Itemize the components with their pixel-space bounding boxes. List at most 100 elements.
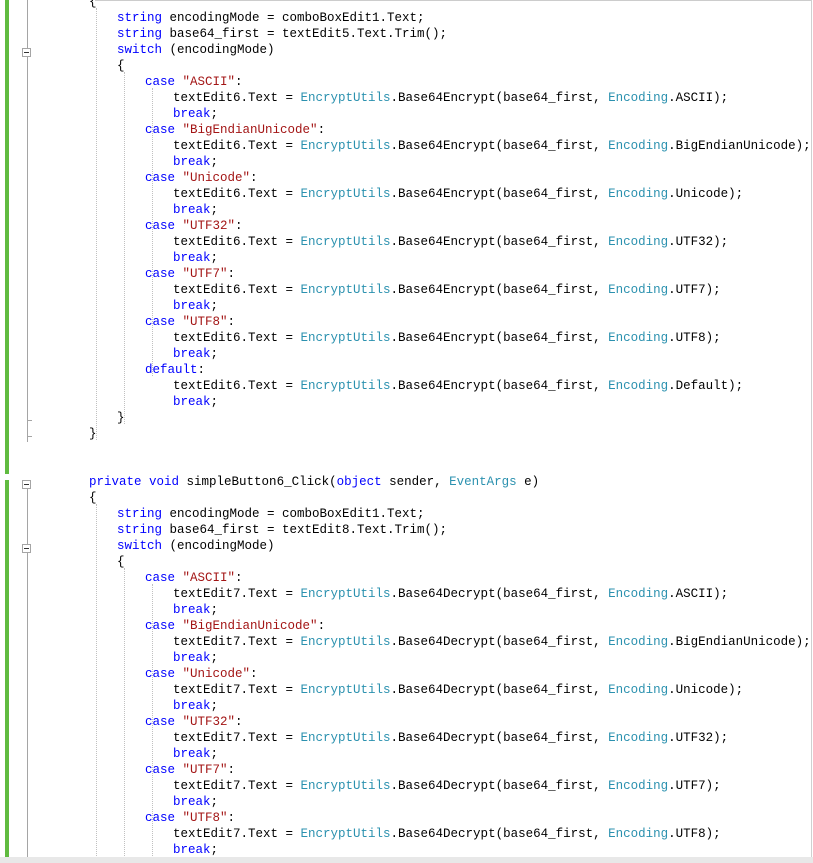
code-line[interactable]: textEdit6.Text = EncryptUtils.Base64Encr… (173, 138, 811, 154)
code-line[interactable]: case "UTF32": (145, 218, 243, 234)
string-token: "UTF7" (182, 763, 228, 777)
code-line[interactable]: textEdit7.Text = EncryptUtils.Base64Decr… (173, 682, 743, 698)
code-line[interactable]: string base64_first = textEdit5.Text.Tri… (117, 26, 447, 42)
code-line[interactable]: textEdit7.Text = EncryptUtils.Base64Decr… (173, 634, 811, 650)
keyword-token: case (145, 267, 176, 281)
code-token: .Base64Encrypt(base64_first, (390, 235, 609, 249)
code-line[interactable]: break; (173, 298, 218, 314)
code-line[interactable]: break; (173, 394, 218, 410)
code-line[interactable]: textEdit7.Text = EncryptUtils.Base64Decr… (173, 826, 721, 842)
code-line[interactable]: case "UTF7": (145, 762, 235, 778)
code-line[interactable]: private void simpleButton6_Click(object … (89, 474, 539, 490)
code-token: : (235, 571, 243, 585)
code-token: : (197, 363, 206, 377)
code-line[interactable]: string base64_first = textEdit8.Text.Tri… (117, 522, 447, 538)
type-token: Encoding (608, 587, 669, 601)
code-token: .Base64Encrypt(base64_first, (390, 139, 609, 153)
code-token: : (250, 667, 258, 681)
code-line[interactable]: textEdit6.Text = EncryptUtils.Base64Encr… (173, 282, 721, 298)
code-token: .Unicode); (668, 187, 744, 201)
code-line[interactable]: break; (173, 602, 218, 618)
code-line[interactable]: case "BigEndianUnicode": (145, 618, 325, 634)
type-token: Encoding (608, 283, 669, 297)
collapse-icon[interactable] (22, 544, 31, 553)
code-token: .BigEndianUnicode); (668, 139, 811, 153)
code-token: : (227, 763, 236, 777)
type-token: Encoding (608, 379, 669, 393)
code-line[interactable]: break; (173, 346, 218, 362)
keyword-token: break (173, 347, 211, 361)
keyword-token: string (117, 523, 163, 537)
code-line[interactable]: case "ASCII": (145, 74, 243, 90)
code-line[interactable]: break; (173, 698, 218, 714)
code-token: textEdit6.Text = (173, 91, 301, 105)
code-line[interactable]: textEdit6.Text = EncryptUtils.Base64Encr… (173, 378, 743, 394)
string-token: "UTF8" (182, 315, 228, 329)
code-line[interactable]: textEdit7.Text = EncryptUtils.Base64Decr… (173, 778, 721, 794)
code-line[interactable]: string encodingMode = comboBoxEdit1.Text… (117, 506, 425, 522)
code-line[interactable]: break; (173, 154, 218, 170)
code-line[interactable]: case "ASCII": (145, 570, 243, 586)
code-line[interactable]: break; (173, 106, 218, 122)
collapse-icon[interactable] (22, 480, 31, 489)
code-line[interactable]: case "Unicode": (145, 666, 258, 682)
code-token: textEdit6.Text = (173, 139, 301, 153)
editor-gutter (0, 0, 40, 857)
code-token: ; (210, 107, 219, 121)
type-token: Encoding (608, 731, 669, 745)
code-line[interactable]: case "BigEndianUnicode": (145, 122, 325, 138)
code-token: .Base64Decrypt(base64_first, (390, 731, 609, 745)
string-token: "UTF8" (182, 811, 228, 825)
code-line[interactable]: switch (encodingMode) (117, 538, 275, 554)
fold-end-marker (27, 420, 32, 421)
code-token: .Base64Decrypt(base64_first, (390, 635, 609, 649)
code-token: .BigEndianUnicode); (668, 635, 811, 649)
string-token: "Unicode" (182, 667, 251, 681)
keyword-token: break (173, 107, 211, 121)
code-token: .UTF32); (668, 235, 729, 249)
code-line[interactable]: textEdit6.Text = EncryptUtils.Base64Encr… (173, 186, 743, 202)
code-token: : (227, 315, 236, 329)
code-line[interactable]: case "UTF8": (145, 810, 235, 826)
code-line[interactable]: break; (173, 250, 218, 266)
code-line[interactable]: textEdit6.Text = EncryptUtils.Base64Encr… (173, 90, 728, 106)
code-line[interactable]: break; (173, 842, 218, 857)
code-line[interactable]: break; (173, 650, 218, 666)
code-line[interactable]: break; (173, 746, 218, 762)
code-token: ; (210, 347, 219, 361)
horizontal-scrollbar[interactable] (0, 857, 813, 863)
code-token: .ASCII); (668, 91, 729, 105)
keyword-token: break (173, 299, 211, 313)
indent-guide (96, 8, 97, 440)
code-line[interactable]: switch (encodingMode) (117, 42, 275, 58)
keyword-token: case (145, 619, 176, 633)
code-token: ; (210, 203, 219, 217)
code-line[interactable]: case "Unicode": (145, 170, 258, 186)
code-token: : (317, 123, 326, 137)
indent-guide (152, 584, 153, 857)
code-line[interactable]: default: (145, 362, 205, 378)
code-line[interactable]: case "UTF32": (145, 714, 243, 730)
code-line[interactable]: string encodingMode = comboBoxEdit1.Text… (117, 10, 425, 26)
type-token: EncryptUtils (300, 283, 391, 297)
code-line[interactable]: break; (173, 202, 218, 218)
code-token: .Base64Decrypt(base64_first, (390, 587, 609, 601)
code-line[interactable]: break; (173, 794, 218, 810)
fold-line (27, 480, 28, 857)
code-token: .Base64Decrypt(base64_first, (390, 827, 609, 841)
code-line[interactable]: case "UTF8": (145, 314, 235, 330)
type-token: EncryptUtils (300, 187, 391, 201)
collapse-icon[interactable] (22, 48, 31, 57)
code-line[interactable]: textEdit6.Text = EncryptUtils.Base64Encr… (173, 234, 728, 250)
code-token: .Base64Decrypt(base64_first, (390, 779, 609, 793)
code-editor[interactable]: {string encodingMode = comboBoxEdit1.Tex… (0, 0, 812, 857)
code-line[interactable]: case "UTF7": (145, 266, 235, 282)
code-line[interactable]: textEdit6.Text = EncryptUtils.Base64Encr… (173, 330, 721, 346)
code-line[interactable]: textEdit7.Text = EncryptUtils.Base64Decr… (173, 730, 728, 746)
code-token: : (235, 219, 243, 233)
code-line[interactable]: textEdit7.Text = EncryptUtils.Base64Decr… (173, 586, 728, 602)
vertical-scrollbar[interactable] (811, 0, 812, 857)
string-token: "BigEndianUnicode" (182, 619, 318, 633)
keyword-token: break (173, 603, 211, 617)
